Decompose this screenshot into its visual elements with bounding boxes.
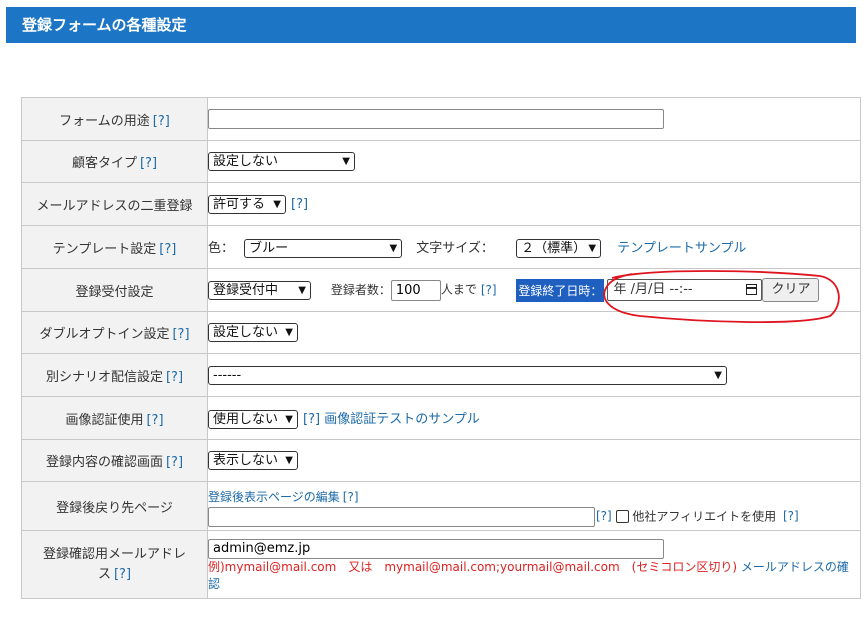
template-sample-link[interactable]: テンプレートサンプル xyxy=(617,241,746,256)
label-double-optin: ダブルオプトイン設定 xyxy=(39,327,170,342)
label-confirm-email-cont: ス xyxy=(97,566,111,582)
help-link[interactable]: [?] xyxy=(596,509,612,523)
help-link[interactable]: [?] xyxy=(172,327,189,342)
help-link[interactable]: [?] xyxy=(153,114,170,129)
row-double-optin: ダブルオプトイン設定 [?] 設定しない ▼ xyxy=(21,311,861,354)
scenario-select[interactable]: ------ ▼ xyxy=(208,365,727,385)
chevron-down-icon: ▼ xyxy=(714,369,722,381)
help-link[interactable]: [?] xyxy=(166,370,183,385)
label-captcha: 画像認証使用 xyxy=(65,412,144,428)
label-purpose: フォームの用途 [?] xyxy=(21,97,208,141)
row-reception: 登録受付設定 登録受付中 ▼ 登録者数： 人まで [?] 登録終了日時： 年 /月/日 … xyxy=(21,268,861,312)
row-scenario: 別シナリオ配信設定 [?] ------ ▼ xyxy=(21,353,861,397)
email-check-link-cont[interactable]: 認 xyxy=(208,577,220,591)
help-link[interactable]: [?] xyxy=(783,509,799,523)
affiliate-label: 他社アフィリエイトを使用 xyxy=(632,509,777,523)
label-confirm-screen: 登録内容の確認画面 xyxy=(45,455,163,470)
purpose-input[interactable] xyxy=(208,109,664,129)
redirect-edit-link[interactable]: 登録後表示ページの編集 xyxy=(208,490,340,504)
clear-button[interactable]: クリア xyxy=(762,278,820,302)
confirm-screen-value: 表示しない xyxy=(213,453,279,468)
count-input[interactable] xyxy=(390,279,441,301)
end-datetime-label: 登録終了日時： xyxy=(516,278,605,302)
help-link[interactable]: [?] xyxy=(291,197,308,212)
label-scenario: 別シナリオ配信設定 xyxy=(45,369,163,385)
double-optin-select[interactable]: 設定しない ▼ xyxy=(208,323,298,342)
double-optin-value: 設定しない xyxy=(213,325,279,340)
row-dup-email: メールアドレスの二重登録 許可する ▼ [?] xyxy=(21,182,861,226)
email-check-link[interactable]: メールアドレスの確 xyxy=(741,560,849,574)
help-link[interactable]: [?] xyxy=(343,490,359,504)
help-link[interactable]: [?] xyxy=(140,156,157,171)
label-redirect: 登録後戻り先ページ xyxy=(56,500,173,516)
label-customer-type: 顧客タイプ xyxy=(71,156,137,171)
row-redirect: 登録後戻り先ページ 登録後表示ページの編集 [?] [?] 他社アフィリエイトを使… xyxy=(21,481,861,531)
chevron-down-icon: ▼ xyxy=(285,413,293,425)
chevron-down-icon: ▼ xyxy=(588,242,597,254)
row-captcha: 画像認証使用 [?] 使用しない ▼ [?] 画像認証テストのサンプル xyxy=(21,396,861,440)
confirm-email-input[interactable] xyxy=(208,538,664,559)
chevron-down-icon: ▼ xyxy=(389,242,398,254)
label-dup-email: メールアドレスの二重登録 xyxy=(36,198,193,214)
help-link[interactable]: [?] xyxy=(481,283,497,297)
affiliate-checkbox[interactable] xyxy=(615,510,629,523)
end-datetime-value: 年 /月/日 --:-- xyxy=(613,282,693,297)
chevron-down-icon: ▼ xyxy=(342,156,350,167)
dup-email-value: 許可する xyxy=(213,196,266,212)
calendar-icon[interactable] xyxy=(746,284,758,295)
email-example-text: 例)mymail@mail.com 又は mymail@mail.com;you… xyxy=(208,559,738,574)
help-link[interactable]: [?] xyxy=(114,567,131,582)
page-title: 登録フォームの各種設定 xyxy=(6,7,856,43)
count-unit: 人まで xyxy=(440,282,477,297)
captcha-sample-link[interactable]: 画像認証テストのサンプル xyxy=(324,412,480,427)
chevron-down-icon: ▼ xyxy=(298,284,306,296)
settings-table: フォームの用途 [?] 顧客タイプ [?] 設定しない ▼ メールアドレスの二重登録 … xyxy=(21,97,861,599)
chevron-down-icon: ▼ xyxy=(273,198,281,210)
font-size-value: ２（標準） xyxy=(521,240,587,256)
help-link[interactable]: [?] xyxy=(159,242,176,257)
color-label: 色： xyxy=(208,240,235,256)
label-purpose-text: フォームの用途 xyxy=(59,113,150,129)
label-confirm-email: 登録確認用メールアドレ xyxy=(42,546,186,562)
redirect-url-input[interactable] xyxy=(208,506,595,527)
help-link[interactable]: [?] xyxy=(146,413,163,428)
row-purpose: フォームの用途 [?] xyxy=(21,97,861,141)
font-size-label: 文字サイズ： xyxy=(416,240,494,256)
color-select[interactable]: ブルー ▼ xyxy=(244,238,403,258)
captcha-select[interactable]: 使用しない ▼ xyxy=(208,409,298,429)
dup-email-select[interactable]: 許可する ▼ xyxy=(208,194,286,214)
chevron-down-icon: ▼ xyxy=(285,455,293,466)
customer-type-select[interactable]: 設定しない ▼ xyxy=(208,152,355,171)
row-customer-type: 顧客タイプ [?] 設定しない ▼ xyxy=(21,140,861,183)
color-value: ブルー xyxy=(249,240,289,256)
reception-status-select[interactable]: 登録受付中 ▼ xyxy=(208,280,311,300)
row-confirm-email: 登録確認用メールアドレ ス[?] 例)mymail@mail.com 又は my… xyxy=(21,530,861,599)
label-template: テンプレート設定 xyxy=(52,241,157,257)
end-datetime-input[interactable]: 年 /月/日 --:-- xyxy=(607,279,763,301)
row-template: テンプレート設定 [?] 色： ブルー ▼ 文字サイズ： ２（標準） ▼ テンプレート… xyxy=(21,225,861,269)
scenario-value: ------ xyxy=(213,367,242,383)
chevron-down-icon: ▼ xyxy=(285,327,293,338)
customer-type-value: 設定しない xyxy=(213,154,279,169)
font-size-select[interactable]: ２（標準） ▼ xyxy=(516,238,602,258)
confirm-screen-select[interactable]: 表示しない ▼ xyxy=(208,451,298,470)
help-link[interactable]: [?] xyxy=(303,412,320,427)
label-reception: 登録受付設定 xyxy=(75,284,154,300)
help-link[interactable]: [?] xyxy=(166,455,183,470)
row-confirm-screen: 登録内容の確認画面 [?] 表示しない ▼ xyxy=(21,439,861,482)
count-label: 登録者数： xyxy=(330,282,391,297)
reception-status-value: 登録受付中 xyxy=(213,282,279,298)
captcha-value: 使用しない xyxy=(213,411,279,427)
